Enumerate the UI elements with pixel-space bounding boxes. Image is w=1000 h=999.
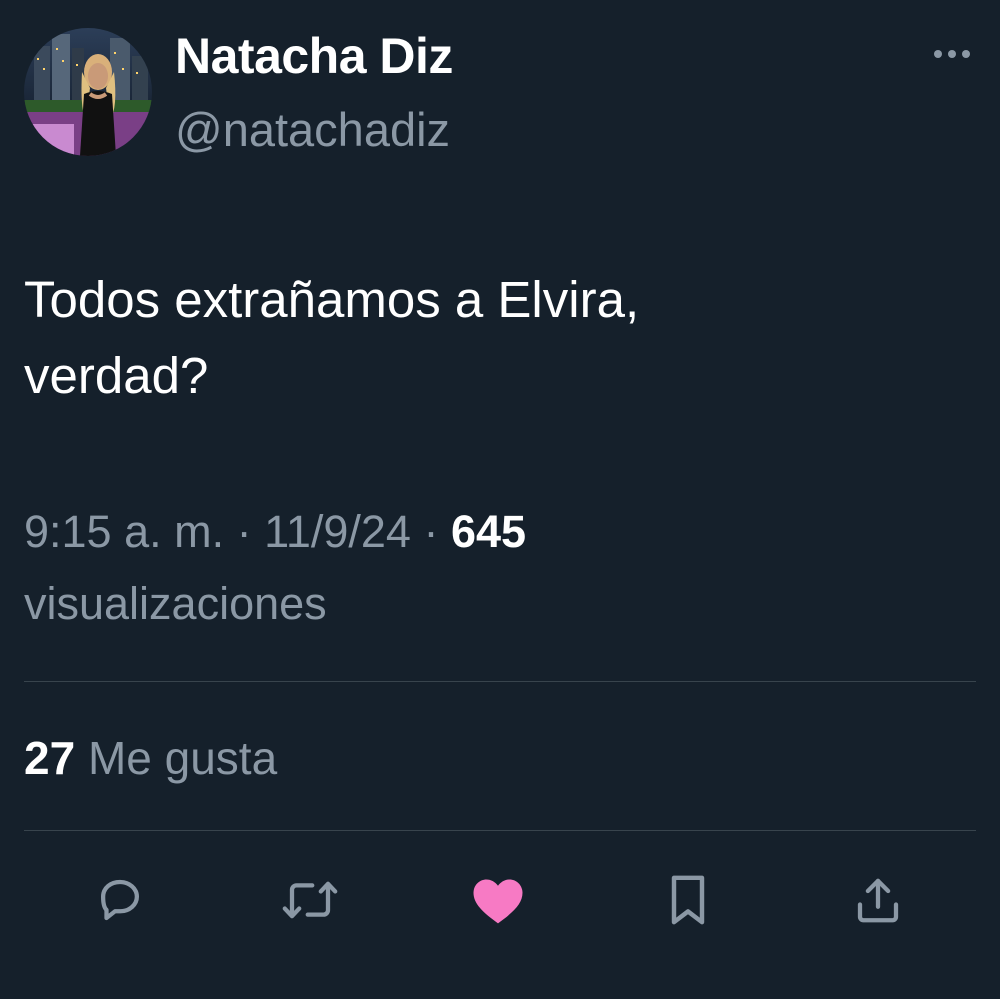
like-button[interactable]: [468, 870, 528, 930]
views-count[interactable]: 645: [451, 506, 526, 557]
meta-separator: ·: [423, 506, 439, 557]
author-handle[interactable]: @natachadiz: [175, 100, 450, 160]
more-icon: [934, 50, 970, 58]
reply-button[interactable]: [90, 870, 150, 930]
reply-icon: [100, 879, 140, 921]
divider: [24, 830, 976, 831]
likes-count: 27: [24, 732, 76, 784]
divider: [24, 681, 976, 682]
more-button[interactable]: [924, 34, 980, 74]
tweet-meta: 9:15 a. m. · 11/9/24 · 645 visualizacion…: [24, 496, 964, 640]
tweet-date[interactable]: 11/9/24: [264, 506, 411, 557]
tweet-card: Natacha Diz @natachadiz Todos extrañamos…: [0, 0, 1000, 999]
share-icon: [857, 878, 899, 923]
tweet-text: Todos extrañamos a Elvira, verdad?: [24, 271, 640, 404]
views-label: visualizaciones: [24, 578, 327, 629]
share-button[interactable]: [848, 870, 908, 930]
bookmark-button[interactable]: [658, 870, 718, 930]
profile-photo-icon: [24, 28, 152, 156]
likes-label: Me gusta: [87, 732, 278, 784]
author-display-name[interactable]: Natacha Diz: [175, 26, 453, 86]
heart-icon: [473, 879, 523, 924]
tweet-time[interactable]: 9:15 a. m.: [24, 506, 224, 557]
bookmark-icon: [671, 875, 705, 925]
retweet-button[interactable]: [280, 870, 340, 930]
likes-summary[interactable]: 27 Me gusta: [24, 726, 277, 790]
meta-separator: ·: [236, 506, 252, 557]
retweet-icon: [282, 881, 338, 919]
avatar[interactable]: [24, 28, 152, 156]
